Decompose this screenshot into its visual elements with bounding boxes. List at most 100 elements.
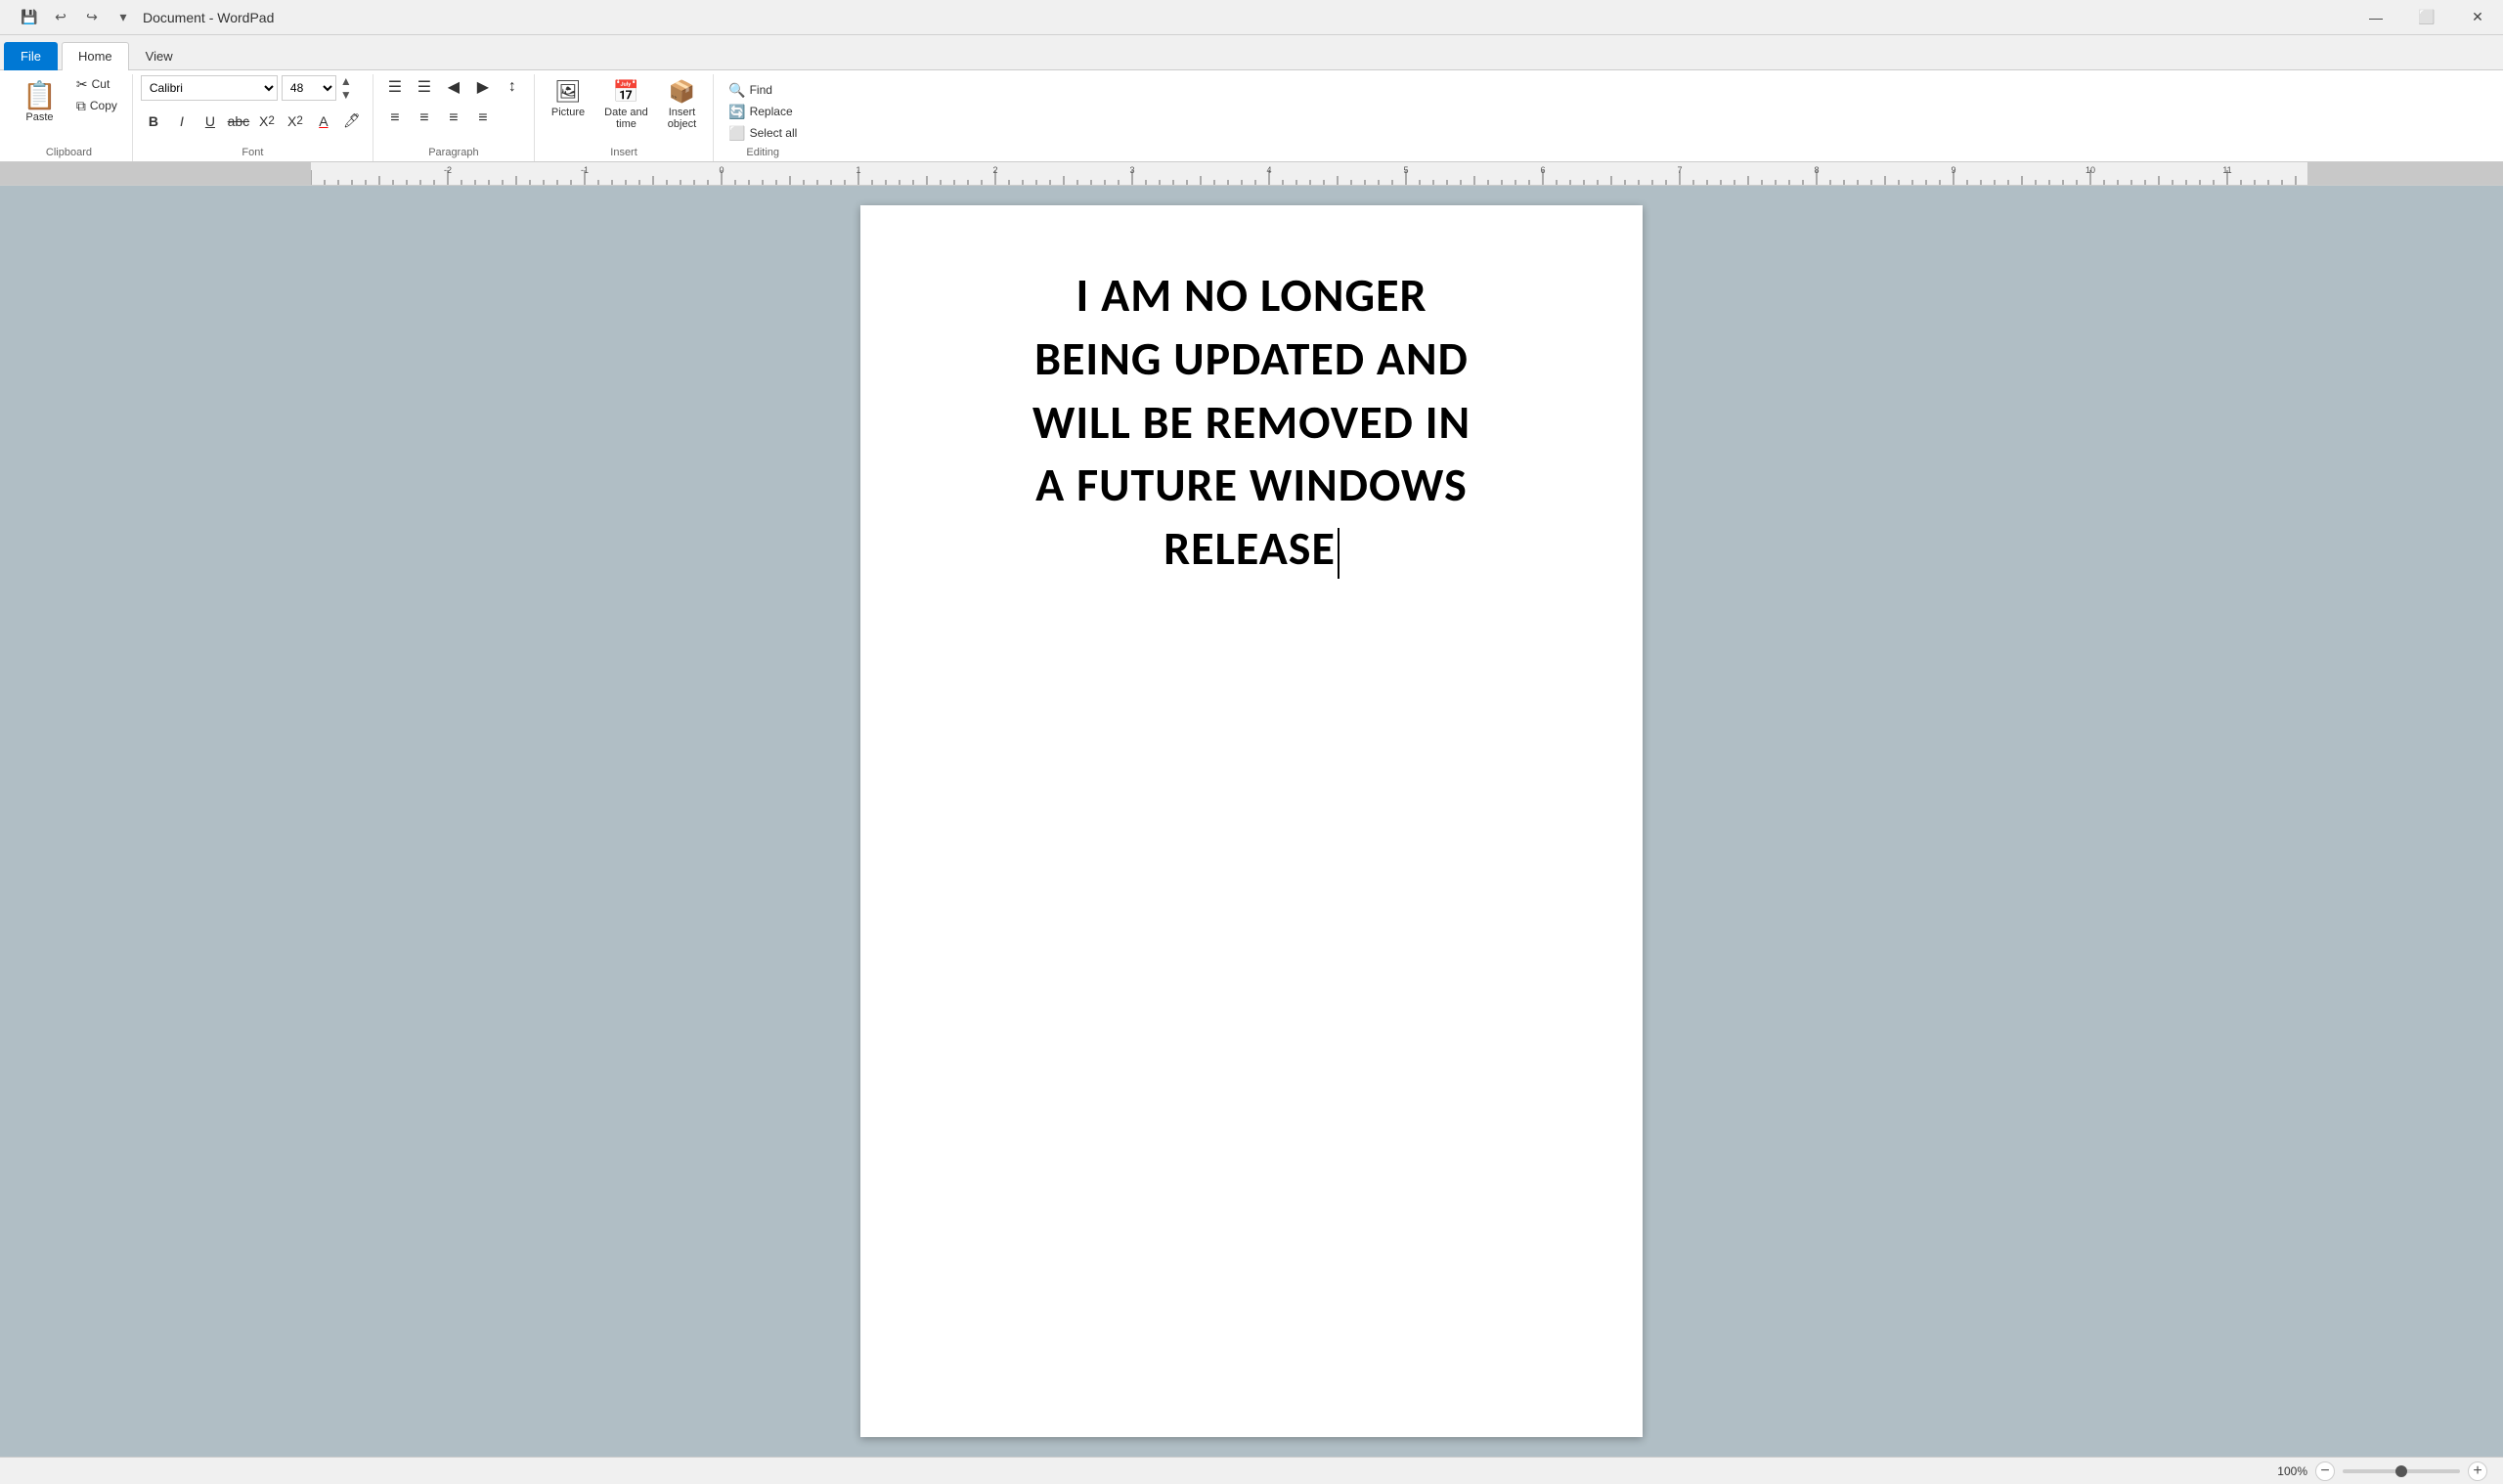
zoom-out-button[interactable]: −: [2315, 1462, 2335, 1481]
list-unordered-button[interactable]: ☰: [381, 74, 409, 100]
ribbon-group-insert: 🖼 Picture 📅 Date andtime 📦 Insertobject …: [535, 74, 714, 161]
font-size-select[interactable]: 48: [282, 75, 336, 101]
ribbon-group-clipboard: 📋 Paste ✂ Cut ⧉ Copy Clipboard: [6, 74, 133, 161]
text-cursor: [1338, 528, 1339, 579]
minimize-button[interactable]: —: [2350, 0, 2401, 35]
datetime-label: Date andtime: [604, 107, 648, 130]
align-justify-button[interactable]: ≡: [469, 106, 497, 131]
document-page[interactable]: I AM NO LONGER BEING UPDATED AND WILL BE…: [860, 205, 1643, 1437]
cut-button[interactable]: ✂ Cut: [69, 74, 124, 94]
zoom-slider[interactable]: [2343, 1469, 2460, 1473]
subscript-button[interactable]: X2: [254, 109, 280, 134]
editing-label: Editing: [722, 147, 804, 161]
document-text[interactable]: I AM NO LONGER BEING UPDATED AND WILL BE…: [939, 264, 1564, 581]
status-bar: 100% − +: [0, 1457, 2503, 1484]
find-icon: 🔍: [728, 83, 745, 97]
strikethrough-button[interactable]: abc: [226, 109, 251, 134]
insert-buttons: 🖼 Picture 📅 Date andtime 📦 Insertobject: [543, 74, 705, 147]
list-ordered-button[interactable]: ☰: [411, 74, 438, 100]
align-center-button[interactable]: ≡: [411, 106, 438, 131]
ribbon-group-font: Calibri 48 ▲ ▼ B I U abc X2 X2 A 🖊: [133, 74, 373, 161]
svg-text:8: 8: [1814, 165, 1819, 175]
redo-button[interactable]: ↪: [78, 4, 106, 31]
highlight-button[interactable]: 🖊: [339, 109, 365, 134]
ruler: // Ruler marks drawn via JS below -2-101…: [0, 162, 2503, 186]
svg-text:2: 2: [992, 165, 997, 175]
paragraph-label: Paragraph: [381, 147, 526, 161]
paste-button[interactable]: 📋 Paste: [14, 74, 66, 128]
insert-object-button[interactable]: 📦 Insertobject: [659, 74, 705, 135]
window-controls: — ⬜ ✕: [2350, 0, 2503, 35]
paste-icon: 📋: [22, 79, 57, 111]
maximize-button[interactable]: ⬜: [2401, 0, 2452, 35]
paragraph-row1: ☰ ☰ ◀ ▶ ↕: [381, 74, 526, 100]
svg-text:6: 6: [1540, 165, 1545, 175]
window-title: Document - WordPad: [143, 10, 274, 25]
clipboard-label: Clipboard: [14, 147, 124, 161]
clipboard-buttons: 📋 Paste ✂ Cut ⧉ Copy: [14, 74, 124, 147]
svg-text:7: 7: [1677, 165, 1682, 175]
font-controls: Calibri 48 ▲ ▼ B I U abc X2 X2 A 🖊: [141, 74, 365, 147]
tab-home[interactable]: Home: [62, 42, 129, 70]
paragraph-row2: ≡ ≡ ≡ ≡: [381, 106, 497, 131]
zoom-controls: 100% − +: [2277, 1462, 2487, 1481]
font-color-button[interactable]: A: [311, 109, 336, 134]
quick-access-toolbar: 💾 ↩ ↪ ▾: [16, 4, 137, 31]
ribbon: 📋 Paste ✂ Cut ⧉ Copy Clipboard Calibri: [0, 70, 2503, 162]
svg-text:5: 5: [1403, 165, 1408, 175]
font-size-arrows: ▲ ▼: [340, 74, 352, 103]
svg-text:10: 10: [2086, 165, 2095, 175]
zoom-slider-thumb[interactable]: [2395, 1465, 2407, 1477]
align-left-button[interactable]: ≡: [381, 106, 409, 131]
svg-text:3: 3: [1129, 165, 1134, 175]
copy-icon: ⧉: [76, 99, 86, 112]
select-all-button[interactable]: ⬜ Select all: [722, 123, 804, 143]
indent-decrease-button[interactable]: ◀: [440, 74, 467, 100]
font-size-decrease-button[interactable]: ▼: [340, 88, 352, 102]
paragraph-controls: ☰ ☰ ◀ ▶ ↕ ≡ ≡ ≡ ≡: [381, 74, 526, 147]
line-spacing-button[interactable]: ↕: [499, 74, 526, 100]
title-bar-left: 💾 ↩ ↪ ▾ Document - WordPad: [8, 4, 274, 31]
ruler-main: // Ruler marks drawn via JS below -2-101…: [311, 162, 2307, 185]
cut-copy-buttons: ✂ Cut ⧉ Copy: [69, 74, 124, 115]
copy-label: Copy: [90, 99, 117, 112]
undo-button[interactable]: ↩: [47, 4, 74, 31]
ruler-left: [0, 162, 311, 185]
zoom-in-button[interactable]: +: [2468, 1462, 2487, 1481]
object-label: Insertobject: [668, 107, 696, 130]
insert-picture-button[interactable]: 🖼 Picture: [543, 74, 593, 123]
svg-text:0: 0: [719, 165, 724, 175]
superscript-button[interactable]: X2: [283, 109, 308, 134]
tab-view[interactable]: View: [129, 42, 190, 70]
tab-file[interactable]: File: [4, 42, 58, 70]
cut-icon: ✂: [76, 77, 88, 91]
ribbon-group-editing: 🔍 Find 🔄 Replace ⬜ Select all Editing: [714, 74, 812, 161]
indent-increase-button[interactable]: ▶: [469, 74, 497, 100]
font-name-select[interactable]: Calibri: [141, 75, 278, 101]
close-button[interactable]: ✕: [2452, 0, 2503, 35]
select-all-label: Select all: [750, 126, 798, 140]
underline-button[interactable]: U: [198, 109, 223, 134]
replace-icon: 🔄: [728, 105, 745, 118]
align-right-button[interactable]: ≡: [440, 106, 467, 131]
object-icon: 📦: [669, 79, 695, 105]
font-row1: Calibri 48 ▲ ▼: [141, 74, 352, 103]
bold-button[interactable]: B: [141, 109, 166, 134]
copy-button[interactable]: ⧉ Copy: [69, 96, 124, 115]
ribbon-group-paragraph: ☰ ☰ ◀ ▶ ↕ ≡ ≡ ≡ ≡ Paragraph: [373, 74, 535, 161]
picture-label: Picture: [551, 107, 585, 118]
font-size-increase-button[interactable]: ▲: [340, 74, 352, 88]
svg-text:-1: -1: [581, 165, 589, 175]
save-button[interactable]: 💾: [16, 4, 43, 31]
find-button[interactable]: 🔍 Find: [722, 80, 779, 100]
ruler-right: [2307, 162, 2503, 185]
svg-text:11: 11: [2222, 165, 2231, 175]
replace-button[interactable]: 🔄 Replace: [722, 102, 799, 121]
qat-dropdown-button[interactable]: ▾: [110, 4, 137, 31]
italic-button[interactable]: I: [169, 109, 195, 134]
picture-icon: 🖼: [554, 79, 582, 105]
ribbon-tabs: File Home View: [0, 35, 2503, 70]
svg-text:9: 9: [1951, 165, 1955, 175]
title-bar: 💾 ↩ ↪ ▾ Document - WordPad — ⬜ ✕: [0, 0, 2503, 35]
insert-datetime-button[interactable]: 📅 Date andtime: [595, 74, 657, 135]
